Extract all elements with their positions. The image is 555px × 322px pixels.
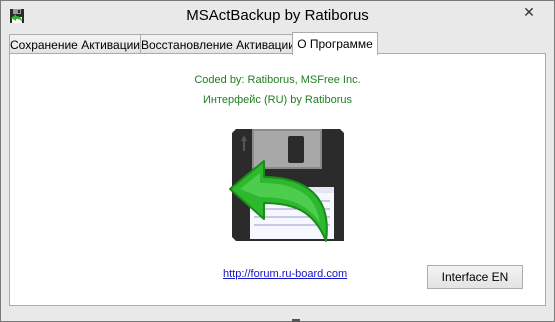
close-button[interactable]: ✕ <box>512 1 546 23</box>
credit-coded-by: Coded by: Ratiborus, MSFree Inc. <box>194 74 361 86</box>
tab-restore-activation[interactable]: Восстановление Активации <box>140 34 295 54</box>
tab-save-activation[interactable]: Сохранение Активации <box>9 34 141 54</box>
interface-language-button[interactable]: Interface EN <box>427 265 523 289</box>
close-icon: ✕ <box>523 4 535 20</box>
floppy-restore-icon <box>229 129 344 242</box>
tab-about[interactable]: О Программе <box>292 32 378 55</box>
window-title: MSActBackup by Ratiborus <box>186 7 369 24</box>
credit-interface: Интерфейс (RU) by Ratiborus <box>202 94 353 106</box>
title-bar[interactable]: MSActBackup by Ratiborus ✕ <box>1 1 554 31</box>
app-window: MSActBackup by Ratiborus ✕ Сохранение Ак… <box>0 0 555 322</box>
forum-link[interactable]: http://forum.ru-board.com <box>223 268 347 280</box>
about-panel: Coded by: Ratiborus, MSFree Inc. Интерфе… <box>9 53 546 306</box>
